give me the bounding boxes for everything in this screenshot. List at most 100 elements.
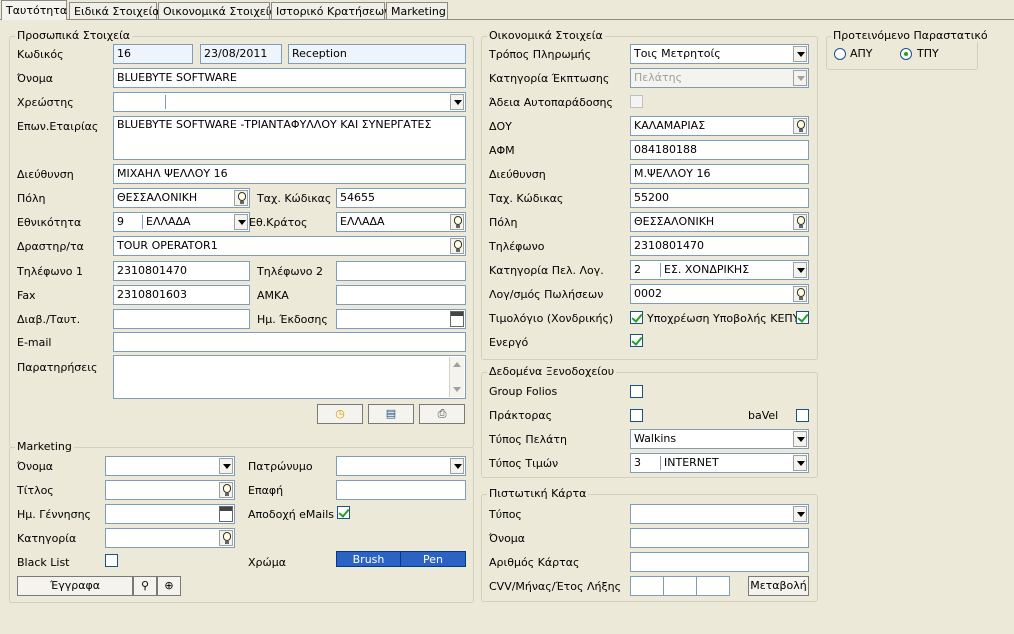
lookup-bulb-icon[interactable] [793, 118, 807, 134]
card-group-title: Πιστωτική Κάρτα [487, 487, 589, 500]
price-type-select[interactable]: 3 INTERNET [630, 453, 809, 473]
pen-color-button[interactable]: Pen [400, 551, 466, 567]
tab-marketing[interactable]: Marketing [386, 2, 448, 19]
tpy-radio[interactable] [900, 48, 912, 60]
customer-type-select[interactable]: Walkins [630, 429, 809, 449]
chevron-down-icon[interactable] [793, 455, 807, 471]
brush-color-button[interactable]: Brush [336, 551, 401, 567]
expiry-year-field[interactable] [696, 576, 730, 596]
documents-button[interactable]: Έγγραφα [17, 576, 133, 596]
lookup-bulb-icon[interactable] [234, 190, 248, 206]
chevron-down-icon[interactable] [793, 46, 807, 62]
folios-checkbox[interactable] [630, 385, 643, 398]
tab-content-panel: Προσωπικά Στοιχεία Κωδικός 16 23/08/2011… [0, 20, 1014, 634]
chevron-down-icon[interactable] [793, 431, 807, 447]
scroll-down-icon[interactable] [453, 387, 461, 392]
name-field[interactable]: BLUEBYTE SOFTWARE [113, 68, 466, 88]
bavel-checkbox[interactable] [796, 409, 809, 422]
card-number-field[interactable] [630, 552, 809, 572]
mk-title-field[interactable] [105, 480, 235, 500]
scroll-up-icon[interactable] [453, 362, 461, 367]
fin-phone-field[interactable]: 2310801470 [630, 236, 809, 256]
phone2-field[interactable] [336, 261, 466, 281]
history-clock-button[interactable]: ◷ [317, 404, 363, 424]
city-field[interactable]: ΘΕΣΣΑΛΟΝΙΚΗ [113, 188, 250, 208]
expiry-month-field[interactable] [663, 576, 697, 596]
birth-date-field[interactable] [105, 504, 235, 524]
passport-field[interactable] [113, 309, 250, 329]
chevron-down-icon[interactable] [450, 458, 464, 474]
state-label: Εθ.Κράτος [249, 216, 308, 229]
print-button[interactable]: ⎙ [419, 404, 465, 424]
mk-name-select[interactable] [105, 456, 235, 476]
amka-field[interactable] [336, 285, 466, 305]
card-type-select[interactable] [630, 504, 809, 524]
fin-city-field[interactable]: ΘΕΣΣΑΛΟΝΙΚΗ [630, 212, 809, 232]
lookup-bulb-icon[interactable] [219, 482, 233, 498]
card-name-field[interactable] [630, 528, 809, 548]
tab-bar: Ταυτότητα Ειδικά Στοιχεία Οικονομικά Στο… [0, 0, 1014, 20]
date-field[interactable]: 23/08/2011 [200, 44, 282, 64]
contact-card-button[interactable]: ▤ [368, 404, 414, 424]
fin-address-field[interactable]: Μ.ΨΕΛΛΟΥ 16 [630, 164, 809, 184]
search-button[interactable]: ⚲ [133, 576, 157, 596]
chevron-down-icon[interactable] [793, 262, 807, 278]
activity-field[interactable]: TOUR OPERATOR1 [113, 236, 466, 256]
contact-field[interactable] [336, 480, 466, 500]
tab-financial[interactable]: Οικονομικά Στοιχεία [158, 2, 277, 19]
phone1-field[interactable]: 2310801470 [113, 261, 250, 281]
payment-select[interactable]: Τοις Μετρητοίς [630, 44, 809, 64]
discount-select[interactable]: Πελάτης [630, 68, 809, 88]
issue-date-field[interactable] [336, 309, 466, 329]
calendar-icon[interactable] [450, 311, 464, 327]
change-button[interactable]: Μεταβολή [748, 576, 809, 596]
notes-field[interactable] [113, 355, 466, 399]
zip-field[interactable]: 54655 [336, 188, 466, 208]
calendar-icon[interactable] [219, 506, 233, 522]
fin-zip-field[interactable]: 55200 [630, 188, 809, 208]
source-field[interactable]: Reception [288, 44, 466, 64]
tab-special[interactable]: Ειδικά Στοιχεία [69, 2, 160, 19]
sales-field[interactable]: 0002 [630, 284, 809, 304]
tab-financial-label: Οικονομικά Στοιχεία [163, 5, 277, 18]
company-field[interactable]: BLUEBYTE SOFTWARE -ΤΡΙΑΝΤΑΦΥΛΛΟΥ ΚΑΙ ΣΥΝ… [113, 116, 466, 160]
issue-label: Ημ. Έκδοσης [257, 313, 328, 326]
lookup-bulb-icon[interactable] [793, 214, 807, 230]
fin-category-code: 2 [634, 263, 641, 276]
apy-radio[interactable] [834, 48, 846, 60]
agent-checkbox[interactable] [630, 409, 643, 422]
kepyo-checkbox[interactable] [796, 311, 809, 324]
code-field[interactable]: 16 [113, 44, 193, 64]
chevron-down-icon[interactable] [450, 94, 464, 110]
chevron-down-icon[interactable] [234, 214, 248, 230]
tab-history[interactable]: Ιστορικό Κρατήσεων [271, 2, 390, 19]
email-field[interactable] [113, 332, 466, 352]
fax-field[interactable]: 2310801603 [113, 285, 250, 305]
nationality-select[interactable]: 9 ΕΛΛΑΔΑ [113, 212, 250, 232]
lookup-bulb-icon[interactable] [219, 530, 233, 546]
charge-select[interactable] [113, 92, 466, 112]
add-search-button[interactable]: ⊕ [157, 576, 181, 596]
city-value: ΘΕΣΣΑΛΟΝΙΚΗ [117, 191, 198, 204]
notes-scrollbar[interactable] [449, 357, 464, 397]
afm-label: ΑΦΜ [489, 144, 515, 157]
doy-field[interactable]: ΚΑΛΑΜΑΡΙΑΣ [630, 116, 809, 136]
blacklist-checkbox[interactable] [105, 554, 118, 567]
chevron-down-icon[interactable] [219, 458, 233, 474]
father-select[interactable] [336, 456, 466, 476]
invoice-checkbox[interactable] [630, 311, 643, 324]
cvv-field[interactable] [630, 576, 664, 596]
accept-emails-checkbox[interactable] [337, 506, 350, 519]
chevron-down-icon[interactable] [793, 506, 807, 522]
fin-category-select[interactable]: 2 ΕΣ. ΧΟΝΔΡΙΚΗΣ [630, 260, 809, 280]
afm-field[interactable]: 084180188 [630, 140, 809, 160]
lookup-bulb-icon[interactable] [450, 238, 464, 254]
state-field[interactable]: ΕΛΛΑΔΑ [336, 212, 466, 232]
active-checkbox[interactable] [630, 334, 643, 347]
mk-category-field[interactable] [105, 528, 235, 548]
tab-identity[interactable]: Ταυτότητα [1, 0, 67, 20]
lookup-bulb-icon[interactable] [450, 214, 464, 230]
lookup-bulb-icon[interactable] [793, 286, 807, 302]
address-field[interactable]: ΜΙΧΑΗΛ ΨΕΛΛΟΥ 16 [113, 164, 466, 184]
selfbilling-checkbox[interactable] [630, 95, 643, 108]
